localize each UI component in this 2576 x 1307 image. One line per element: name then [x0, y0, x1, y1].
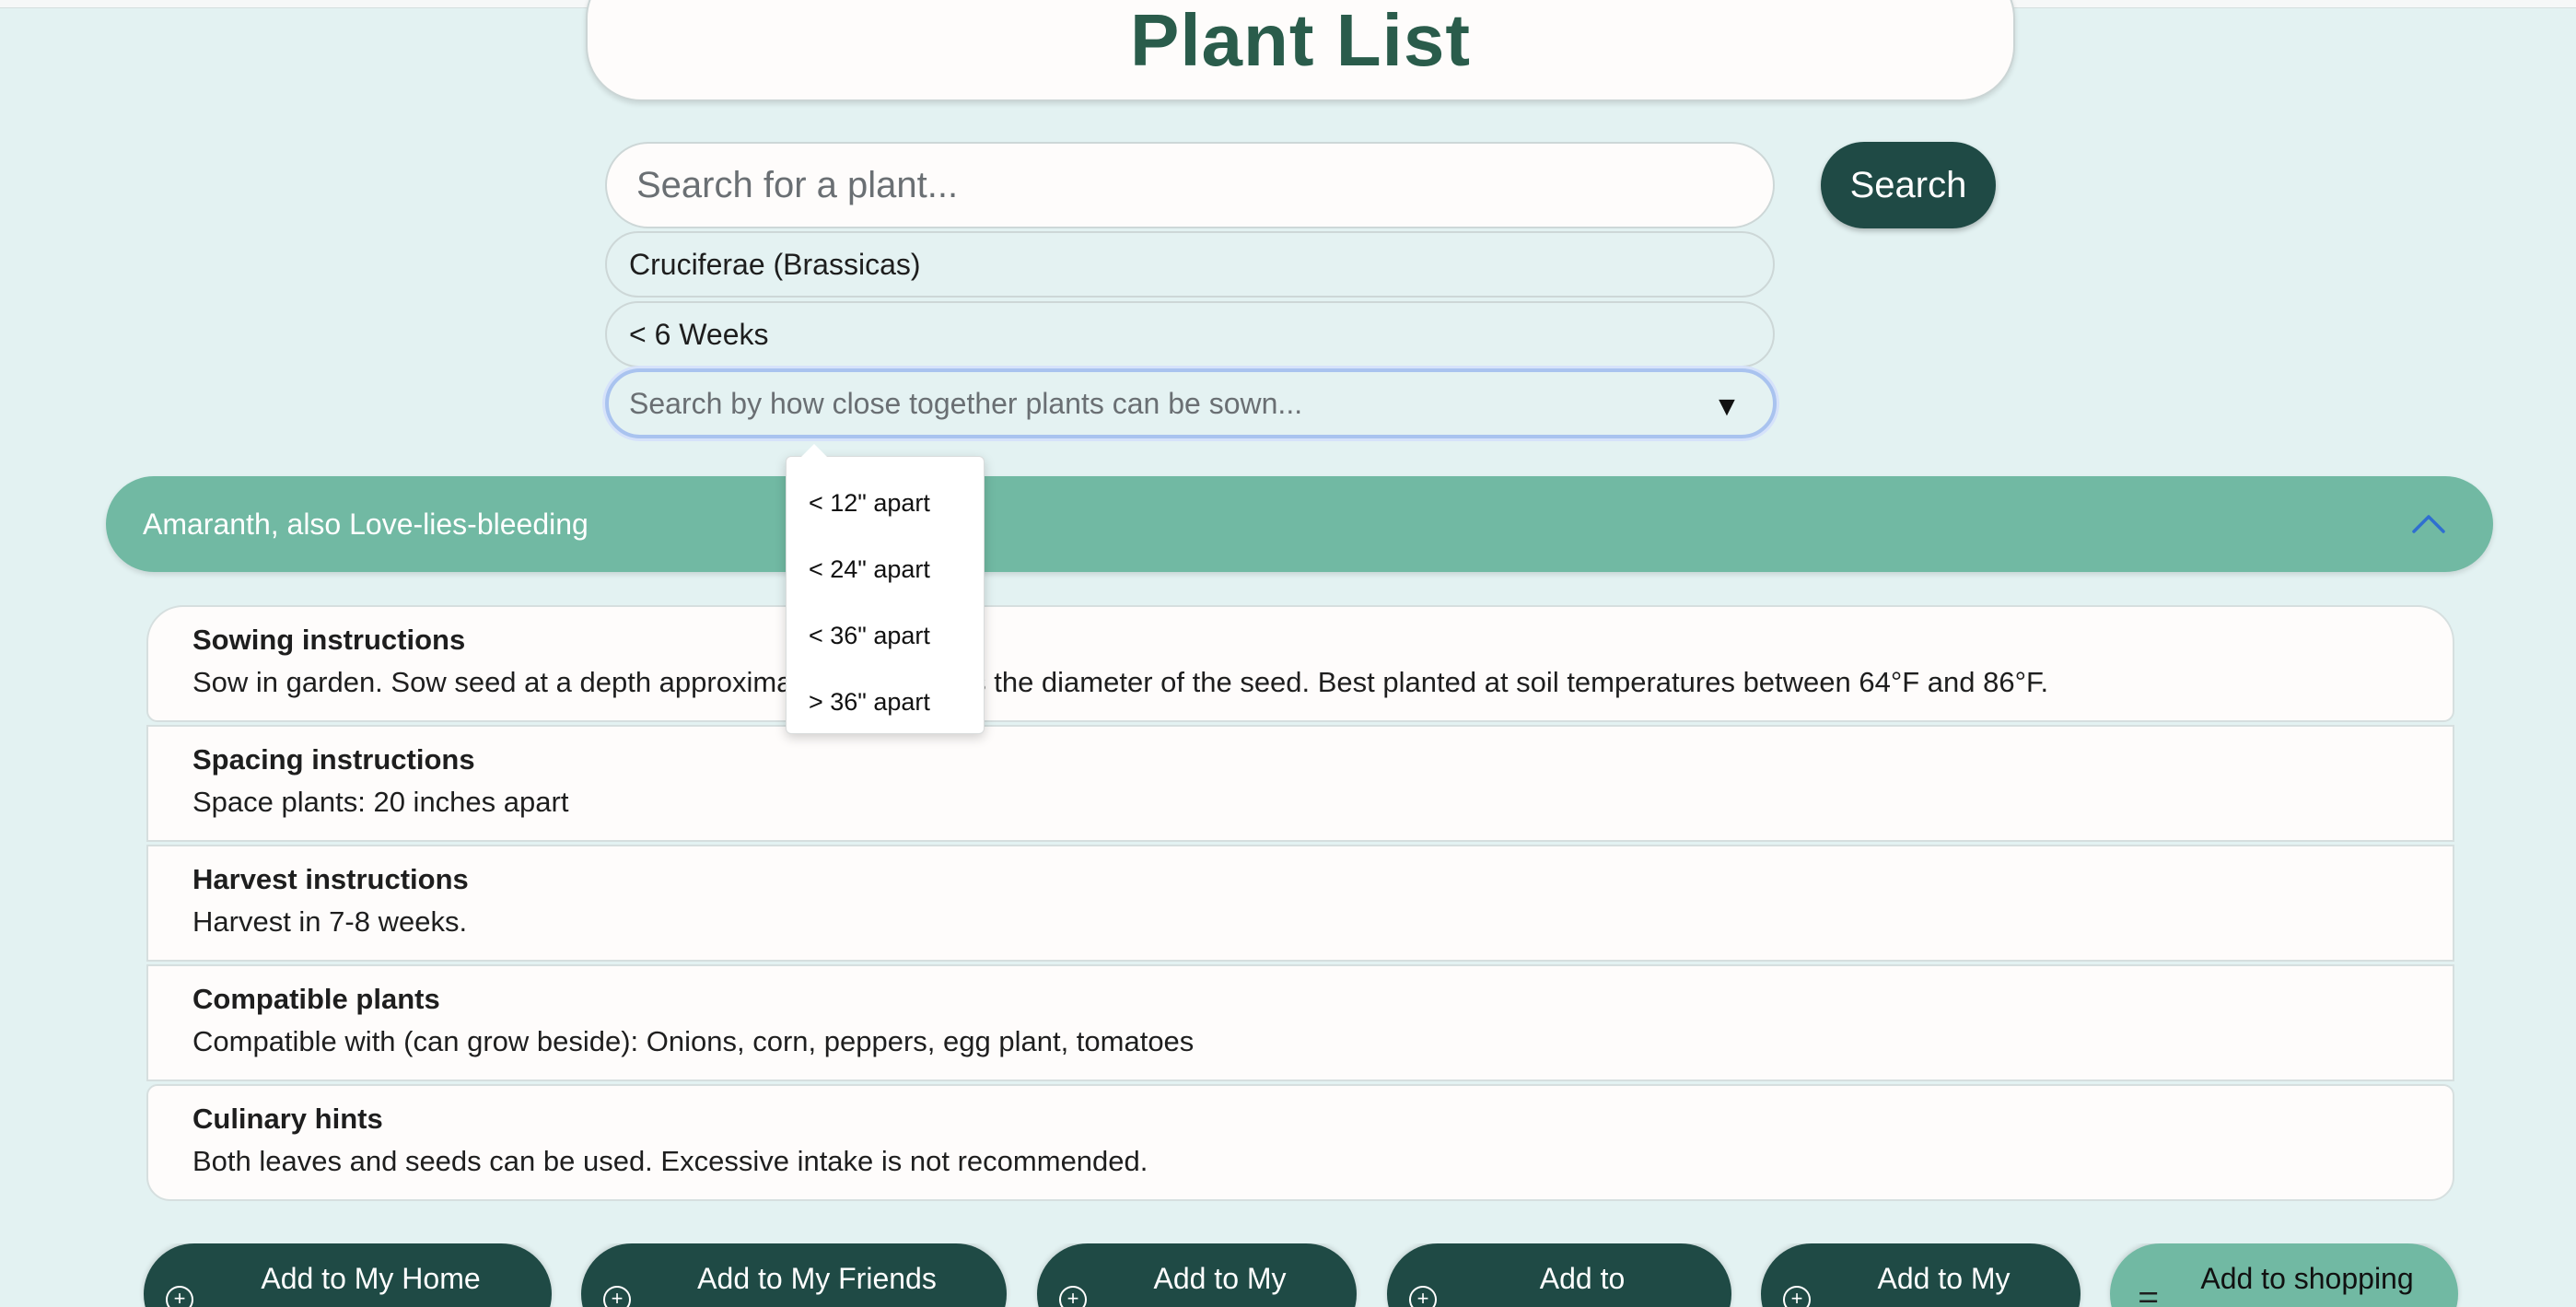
spacing-filter-input[interactable] — [609, 371, 1699, 436]
search-input[interactable] — [605, 142, 1775, 228]
spacing-dropdown-menu: < 12" apart < 24" apart < 36" apart > 36… — [786, 444, 985, 735]
section-heading: Harvest instructions — [192, 863, 469, 895]
section-body: Both leaves and seeds can be used. Exces… — [192, 1145, 1148, 1177]
culinary-card: Culinary hints Both leaves and seeds can… — [146, 1084, 2454, 1201]
section-heading: Compatible plants — [192, 983, 440, 1015]
weeks-filter[interactable]: < 6 Weeks — [605, 301, 1775, 368]
add-to-home-button[interactable]: + Add to My Home — [144, 1243, 552, 1307]
section-body: Compatible with (can grow beside): Onion… — [192, 1025, 1195, 1057]
spacing-option-gt-36[interactable]: > 36" apart — [787, 669, 984, 735]
section-body: Harvest in 7-8 weeks. — [192, 905, 468, 938]
plant-name: Amaranth, also Love-lies-bleeding — [143, 507, 589, 541]
compatible-card: Compatible plants Compatible with (can g… — [146, 964, 2454, 1081]
family-filter-value: Cruciferae (Brassicas) — [629, 247, 921, 281]
spacing-option-lt-24[interactable]: < 24" apart — [787, 536, 984, 602]
family-filter[interactable]: Cruciferae (Brassicas) — [605, 231, 1775, 298]
weeks-filter-value: < 6 Weeks — [629, 317, 769, 351]
action-bar: + Add to My Home + Add to My Friends + A… — [0, 1243, 2576, 1307]
section-heading: Spacing instructions — [192, 743, 475, 776]
spacing-filter[interactable]: ▼ — [605, 368, 1777, 438]
section-body: Sow in garden. Sow seed at a depth appro… — [192, 666, 2049, 698]
page-title: Plant List — [1129, 0, 1472, 81]
plant-accordion-header[interactable]: Amaranth, also Love-lies-bleeding — [106, 476, 2493, 572]
add-to-my-second-button[interactable]: + Add to My — [1761, 1243, 2081, 1307]
add-to-shopping-label: Add to shopping — [2200, 1262, 2414, 1295]
add-to-my-second-label: Add to My — [1877, 1262, 2011, 1295]
add-to-shopping-button[interactable]: ☰ Add to shopping — [2110, 1243, 2458, 1307]
add-to-my-button[interactable]: + Add to My — [1037, 1243, 1357, 1307]
chevron-up-icon[interactable] — [2401, 506, 2456, 543]
harvest-card: Harvest instructions Harvest in 7-8 week… — [146, 845, 2454, 962]
plant-info-list: Sowing instructions Sow in garden. Sow s… — [146, 605, 2454, 1204]
search-button[interactable]: Search — [1821, 142, 1996, 228]
add-to-friends-label: Add to My Friends — [697, 1262, 937, 1295]
section-heading: Culinary hints — [192, 1103, 383, 1135]
spacing-option-lt-36[interactable]: < 36" apart — [787, 602, 984, 669]
title-card: Plant List — [586, 0, 2015, 101]
sowing-card: Sowing instructions Sow in garden. Sow s… — [146, 605, 2454, 722]
caret-down-icon[interactable]: ▼ — [1699, 391, 1754, 423]
spacing-option-lt-12[interactable]: < 12" apart — [787, 470, 984, 536]
add-to-label: Add to — [1539, 1262, 1626, 1295]
section-heading: Sowing instructions — [192, 624, 466, 656]
spacing-card: Spacing instructions Space plants: 20 in… — [146, 725, 2454, 842]
section-body: Space plants: 20 inches apart — [192, 786, 569, 818]
add-to-button[interactable]: + Add to — [1387, 1243, 1731, 1307]
add-to-my-label: Add to My — [1153, 1262, 1287, 1295]
add-to-friends-button[interactable]: + Add to My Friends — [581, 1243, 1007, 1307]
add-to-home-label: Add to My Home — [261, 1262, 481, 1295]
